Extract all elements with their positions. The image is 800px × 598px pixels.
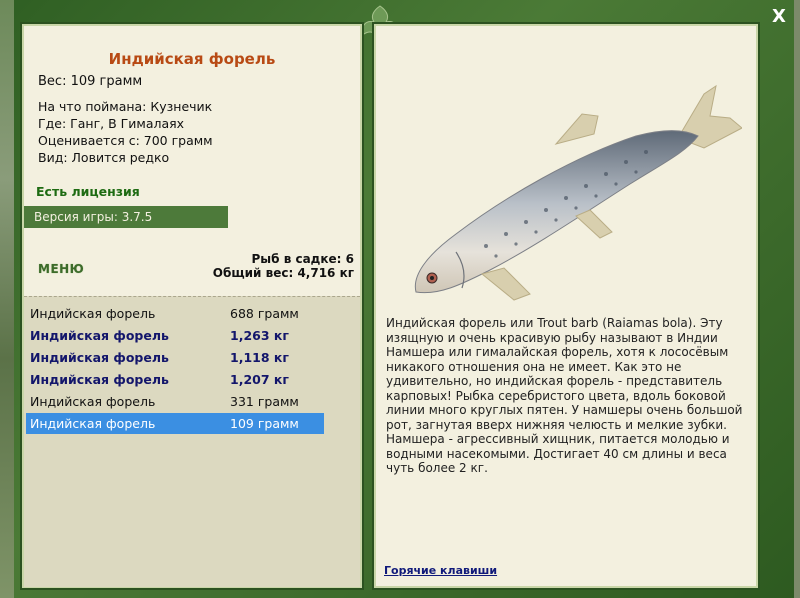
list-item-name: Индийская форель xyxy=(30,416,156,431)
fish-title: Индийская форель xyxy=(108,50,276,68)
background-scenery-strip-right xyxy=(794,0,800,598)
menu-button[interactable]: МЕНЮ xyxy=(38,262,84,276)
fish-info-panel: Индийская форель Вес: 109 грамм На что п… xyxy=(22,24,362,588)
list-item[interactable]: Индийская форель 109 грамм xyxy=(26,413,324,434)
close-button[interactable]: X xyxy=(768,6,790,28)
list-item[interactable]: Индийская форель 1,207 кг xyxy=(26,369,324,390)
fish-weight: Вес: 109 грамм xyxy=(38,74,143,89)
list-item[interactable]: Индийская форель 331 грамм xyxy=(26,391,324,412)
catch-totals: Рыб в садке: 6 Общий вес: 4,716 кг xyxy=(213,252,354,280)
fish-bait: На что поймана: Кузнечик xyxy=(38,99,213,114)
fish-image xyxy=(414,84,742,301)
list-item[interactable]: Индийская форель 688 грамм xyxy=(26,303,324,324)
list-item-weight: 331 грамм xyxy=(230,394,299,409)
list-item-weight: 109 грамм xyxy=(230,416,299,431)
fish-count: Рыб в садке: 6 xyxy=(251,252,355,266)
list-item-name: Индийская форель xyxy=(30,350,169,365)
fish-description: Индийская форель или Trout barb (Raiamas… xyxy=(386,316,743,475)
list-item[interactable]: Индийская форель 1,263 кг xyxy=(26,325,324,346)
list-item-name: Индийская форель xyxy=(30,394,156,409)
fish-rarity: Вид: Ловится редко xyxy=(38,150,170,165)
list-item[interactable]: Индийская форель 1,118 кг xyxy=(26,347,324,368)
fish-details: На что поймана: Кузнечик Где: Ганг, В Ги… xyxy=(38,98,213,166)
list-item-name: Индийская форель xyxy=(30,306,156,321)
list-item-name: Индийская форель xyxy=(30,372,169,387)
license-status: Есть лицензия xyxy=(36,184,140,199)
total-weight: Общий вес: 4,716 кг xyxy=(212,266,354,280)
fish-description-panel: Индийская форель или Trout barb (Raiamas… xyxy=(374,24,758,588)
list-item-weight: 1,118 кг xyxy=(230,350,289,365)
fish-location: Где: Ганг, В Гималаях xyxy=(38,116,185,131)
fish-valued-from: Оценивается с: 700 грамм xyxy=(38,133,213,148)
list-item-weight: 1,263 кг xyxy=(230,328,289,343)
list-item-name: Индийская форель xyxy=(30,328,169,343)
list-item-weight: 1,207 кг xyxy=(230,372,289,387)
list-item-weight: 688 грамм xyxy=(230,306,299,321)
catch-list: Индийская форель 688 грамм Индийская фор… xyxy=(24,296,360,587)
hotkeys-link[interactable]: Горячие клавиши xyxy=(384,564,497,577)
background-scenery-strip xyxy=(0,0,14,598)
game-version: Версия игры: 3.7.5 xyxy=(24,206,228,228)
